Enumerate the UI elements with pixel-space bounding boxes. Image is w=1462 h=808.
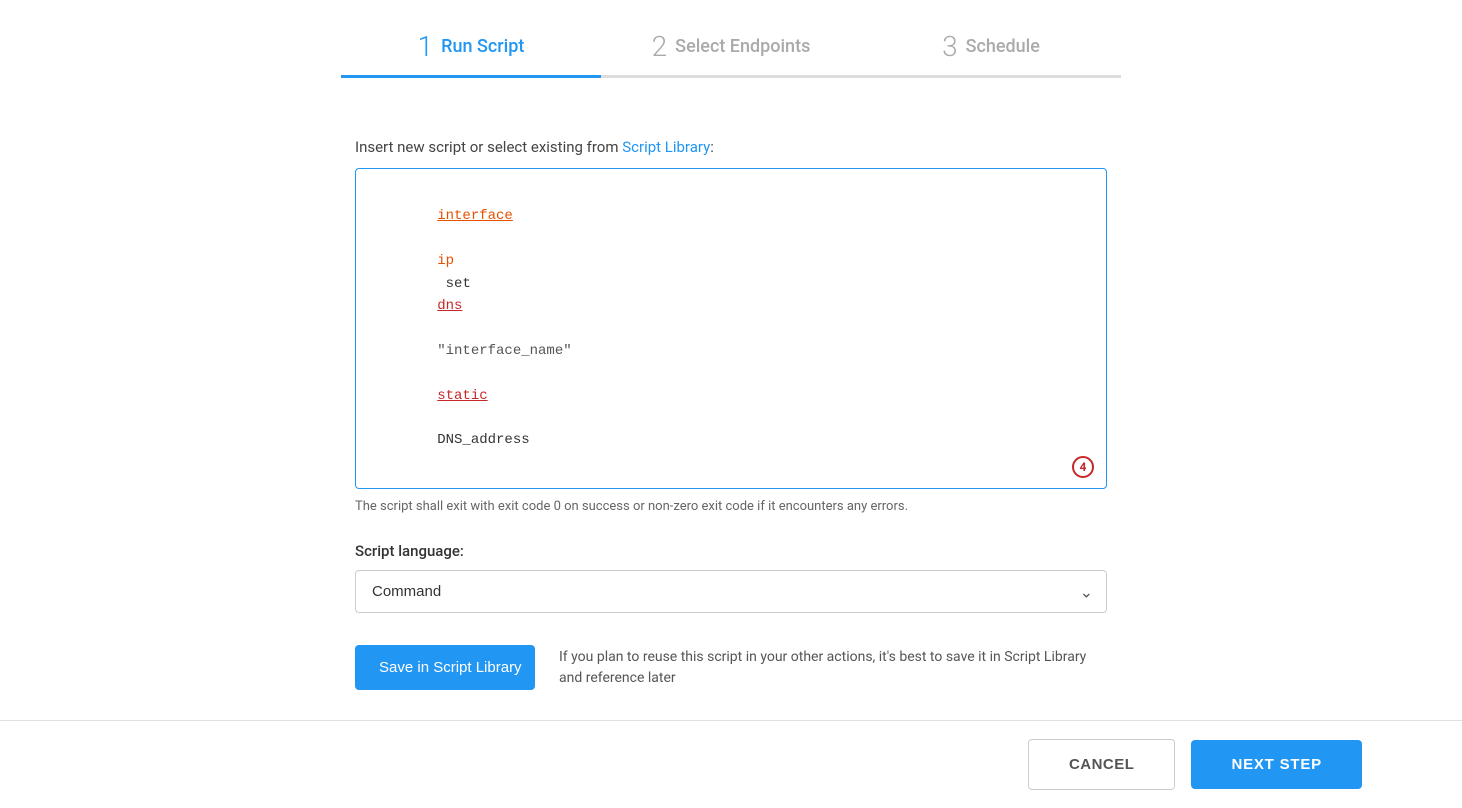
page-wrapper: 1 Run Script 2 Select Endpoints 3 Schedu…: [0, 0, 1462, 789]
word-dns: dns: [437, 298, 462, 314]
stepper: 1 Run Script 2 Select Endpoints 3 Schedu…: [0, 0, 1462, 78]
step-3-bar: [861, 75, 1121, 78]
step-2[interactable]: 2 Select Endpoints: [601, 30, 861, 78]
script-display: interface ip set dns "interface_name" st…: [356, 169, 1106, 488]
word-static: static: [437, 388, 487, 404]
step-1-bar: [341, 75, 601, 78]
step-3[interactable]: 3 Schedule: [861, 30, 1121, 78]
main-content: Insert new script or select existing fro…: [0, 98, 1462, 720]
step-1-title: Run Script: [441, 36, 524, 57]
script-hint: The script shall exit with exit code 0 o…: [355, 499, 1107, 514]
save-library-hint: If you plan to reuse this script in your…: [559, 647, 1107, 689]
cancel-button[interactable]: CANCEL: [1028, 739, 1176, 790]
footer: CANCEL NEXT STEP: [0, 720, 1462, 808]
save-library-button[interactable]: Save in Script Library: [355, 645, 535, 690]
insert-label-prefix: Insert new script or select existing fro…: [355, 138, 622, 156]
script-library-link[interactable]: Script Library: [622, 138, 710, 156]
step-1-number: 1: [418, 30, 434, 63]
word-dns-address: DNS_address: [437, 432, 529, 448]
save-library-row: Save in Script Library If you plan to re…: [355, 645, 1107, 690]
insert-label-suffix: :: [710, 138, 714, 156]
step-2-bar: [601, 75, 861, 78]
insert-label: Insert new script or select existing fro…: [355, 138, 1107, 156]
step-2-number: 2: [652, 30, 668, 63]
step-2-title: Select Endpoints: [675, 36, 810, 57]
step-3-number: 3: [942, 30, 958, 63]
word-quoted: "interface_name": [437, 343, 571, 359]
language-select[interactable]: Command PowerShell Bash: [355, 570, 1107, 613]
error-badge: 4: [1072, 456, 1094, 478]
script-textarea-wrapper: interface ip set dns "interface_name" st…: [355, 168, 1107, 489]
step-1[interactable]: 1 Run Script: [341, 30, 601, 78]
next-step-button[interactable]: NEXT STEP: [1191, 740, 1362, 789]
language-select-wrapper: Command PowerShell Bash ⌄: [355, 570, 1107, 613]
word-ip: ip: [437, 253, 454, 269]
word-interface: interface: [437, 208, 513, 224]
step-3-title: Schedule: [966, 36, 1040, 57]
script-language-label: Script language:: [355, 542, 1107, 560]
